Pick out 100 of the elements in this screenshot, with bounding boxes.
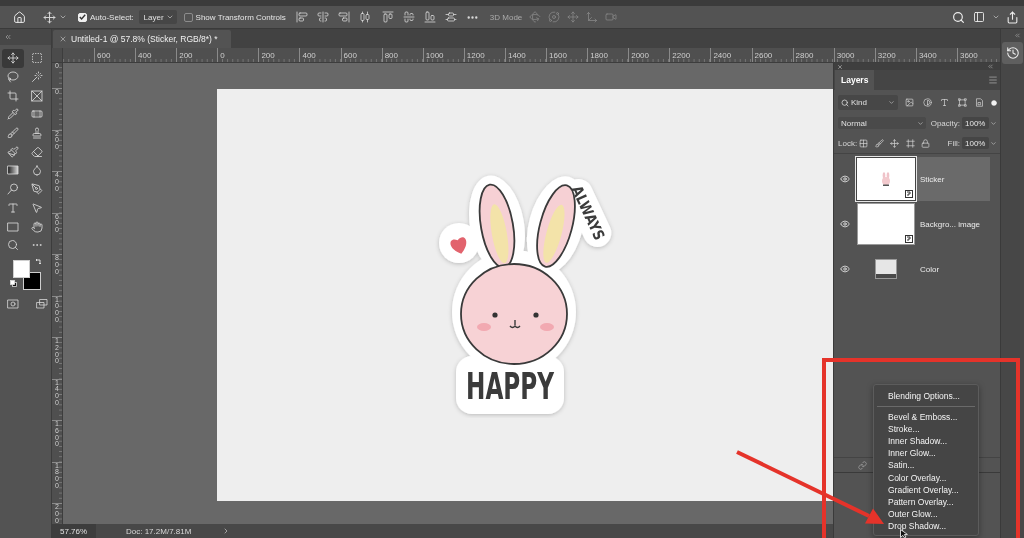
move-icon[interactable] bbox=[890, 138, 900, 148]
checkmark-icon bbox=[79, 14, 86, 20]
layer-row[interactable]: Color bbox=[855, 247, 990, 291]
ruler-label: 3000 bbox=[835, 50, 855, 60]
brush-icon[interactable] bbox=[874, 138, 884, 148]
eye-icon[interactable] bbox=[839, 219, 850, 229]
share-icon[interactable] bbox=[1006, 10, 1019, 24]
move-tool-button[interactable] bbox=[2, 49, 24, 68]
ruler-label: 2000 bbox=[630, 50, 649, 60]
close-icon[interactable] bbox=[837, 63, 843, 70]
layers-tab[interactable]: Layers bbox=[835, 70, 875, 90]
eye-icon[interactable] bbox=[839, 264, 850, 274]
lock-label: Lock: bbox=[838, 138, 858, 148]
menu-icon[interactable] bbox=[988, 75, 998, 85]
history-button[interactable] bbox=[1002, 42, 1023, 64]
align-middle-icon[interactable] bbox=[402, 11, 415, 23]
collapse-icon[interactable] bbox=[987, 63, 994, 70]
fill-field[interactable]: 100% bbox=[962, 137, 989, 149]
menu-item[interactable]: Inner Shadow... bbox=[874, 435, 978, 448]
align-right-icon[interactable] bbox=[337, 11, 350, 23]
rectangle-icon bbox=[7, 220, 19, 233]
home-icon[interactable] bbox=[13, 10, 26, 24]
caret-icon[interactable] bbox=[990, 119, 997, 127]
bandage-icon bbox=[31, 108, 43, 121]
layer-row[interactable]: Backgro... image bbox=[855, 202, 990, 246]
opacity-label: Opacity: bbox=[930, 118, 960, 128]
search-icon[interactable] bbox=[952, 10, 965, 24]
smart-object-icon bbox=[905, 235, 913, 243]
marquee-icon bbox=[31, 52, 43, 65]
transform-controls-label[interactable]: Show Transform Controls bbox=[195, 12, 286, 22]
collapse-icon[interactable] bbox=[4, 33, 12, 41]
link-icon[interactable] bbox=[858, 460, 867, 470]
caret-icon[interactable] bbox=[59, 13, 67, 21]
quick-mask-icon[interactable] bbox=[7, 297, 19, 310]
eye-icon[interactable] bbox=[839, 174, 850, 184]
auto-select-checkbox[interactable] bbox=[78, 12, 87, 22]
menu-item[interactable]: Color Overlay... bbox=[874, 471, 978, 484]
rotate-3d-icon[interactable] bbox=[529, 11, 542, 23]
menu-item[interactable]: Outer Glow... bbox=[874, 507, 978, 520]
align-top-icon[interactable] bbox=[381, 11, 394, 23]
layer-row[interactable]: Sticker bbox=[855, 157, 990, 201]
text-icon[interactable] bbox=[940, 98, 949, 107]
ruler-label: 2600 bbox=[753, 50, 773, 60]
dot-icon[interactable] bbox=[991, 99, 997, 106]
close-icon[interactable] bbox=[59, 35, 67, 43]
distribute-icon[interactable] bbox=[358, 11, 371, 23]
smart-object-icon[interactable] bbox=[975, 98, 984, 107]
align-bottom-icon[interactable] bbox=[423, 11, 436, 23]
caret-icon bbox=[165, 13, 174, 21]
paintbrush-icon bbox=[7, 145, 19, 158]
zoom-field[interactable]: 57.76% bbox=[52, 524, 96, 538]
contrast-icon[interactable] bbox=[922, 98, 932, 107]
grid-icon[interactable] bbox=[859, 138, 869, 148]
hand-icon bbox=[31, 220, 43, 233]
pointer-icon bbox=[31, 201, 43, 214]
pen-icon bbox=[31, 183, 43, 196]
shape-icon[interactable] bbox=[957, 98, 967, 107]
smart-object-icon bbox=[905, 190, 913, 198]
menu-item[interactable]: Satin... bbox=[874, 459, 978, 472]
axes-icon[interactable] bbox=[586, 11, 599, 23]
move-icon[interactable] bbox=[43, 10, 56, 24]
ruler-label: 200 bbox=[178, 50, 193, 60]
menu-item[interactable]: Blending Options... bbox=[874, 390, 978, 403]
eraser-icon bbox=[31, 145, 43, 158]
panel-layout-icon[interactable] bbox=[973, 11, 985, 23]
distribute-icon[interactable] bbox=[444, 11, 457, 23]
fill-label: Fill: bbox=[947, 138, 960, 148]
caret-icon[interactable] bbox=[992, 13, 1000, 21]
kind-filter-dropdown[interactable]: Kind bbox=[838, 95, 898, 110]
lock-icon[interactable] bbox=[921, 138, 931, 148]
default-colors-icon[interactable] bbox=[10, 279, 17, 287]
menu-item[interactable]: Bevel & Emboss... bbox=[874, 411, 978, 424]
ruler-label: 3200 bbox=[876, 50, 896, 60]
caret-icon bbox=[888, 99, 895, 106]
align-left-icon[interactable] bbox=[295, 11, 308, 23]
orbit-icon[interactable] bbox=[548, 11, 561, 23]
opacity-field[interactable]: 100% bbox=[962, 117, 989, 129]
blend-mode-dropdown[interactable]: Normal bbox=[838, 117, 926, 129]
align-center-icon[interactable] bbox=[316, 11, 329, 23]
document-tab[interactable]: Untitled-1 @ 57.8% (Sticker, RGB/8*) * bbox=[53, 30, 231, 48]
menu-item[interactable]: Pattern Overlay... bbox=[874, 495, 978, 508]
hash-grid-icon[interactable] bbox=[905, 138, 915, 148]
swap-arrows-icon[interactable] bbox=[35, 258, 42, 266]
menu-item[interactable]: Gradient Overlay... bbox=[874, 483, 978, 496]
menu-item[interactable]: Stroke... bbox=[874, 423, 978, 436]
menu-item[interactable]: Drop Shadow... bbox=[874, 519, 978, 533]
color-swatches-icon[interactable] bbox=[13, 259, 41, 290]
screen-mode-icon[interactable] bbox=[36, 297, 48, 310]
image-icon[interactable] bbox=[905, 98, 914, 107]
menu-item[interactable]: Inner Glow... bbox=[874, 447, 978, 460]
ruler-label: 2200 bbox=[671, 50, 691, 60]
caret-icon[interactable] bbox=[990, 139, 997, 147]
ruler-label: 1000 bbox=[424, 50, 444, 60]
ruler-label: 3600 bbox=[958, 50, 978, 60]
layer-dropdown[interactable]: Layer bbox=[138, 10, 177, 24]
auto-select-label[interactable]: Auto-Select: bbox=[90, 12, 134, 22]
lollipop-icon bbox=[7, 183, 19, 196]
ruler-label: 200 bbox=[260, 50, 275, 60]
transform-controls-checkbox[interactable] bbox=[183, 12, 193, 22]
collapse-icon[interactable] bbox=[1014, 32, 1021, 39]
